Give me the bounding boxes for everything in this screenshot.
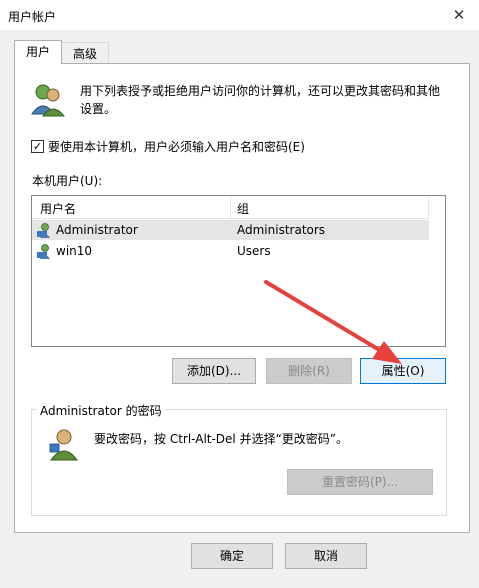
password-group-title: Administrator 的密码 bbox=[37, 402, 165, 419]
tab-users[interactable]: 用户 bbox=[14, 40, 62, 64]
close-icon[interactable]: ✕ bbox=[448, 4, 470, 26]
ok-button[interactable]: 确定 bbox=[191, 543, 273, 569]
column-header-group[interactable]: 组 bbox=[237, 200, 249, 217]
column-divider[interactable] bbox=[230, 196, 231, 218]
title-bar bbox=[0, 0, 479, 30]
require-login-label[interactable]: 要使用本计算机，用户必须输入用户名和密码(E) bbox=[48, 138, 305, 155]
password-instructions: 要改密码，按 Ctrl-Alt-Del 并选择“更改密码”。 bbox=[94, 432, 349, 446]
password-group bbox=[31, 409, 447, 516]
user-group: Users bbox=[237, 244, 271, 258]
tab-advanced[interactable]: 高级 bbox=[61, 42, 109, 64]
reset-password-button[interactable]: 重置密码(P)... bbox=[287, 469, 433, 495]
cancel-button[interactable]: 取消 bbox=[285, 543, 367, 569]
window-title: 用户帐户 bbox=[8, 10, 57, 24]
user-group: Administrators bbox=[237, 223, 326, 237]
remove-user-button[interactable]: 删除(R) bbox=[266, 358, 352, 384]
intro-text: 用下列表授予或拒绝用户访问你的计算机，还可以更改其密码和其他设置。 bbox=[80, 84, 441, 116]
column-divider[interactable] bbox=[428, 196, 429, 218]
users-icon bbox=[31, 84, 66, 117]
user-icon bbox=[37, 244, 50, 259]
properties-button[interactable]: 属性(O) bbox=[360, 358, 446, 384]
user-icon bbox=[37, 223, 50, 238]
user-name: win10 bbox=[56, 244, 93, 258]
require-login-checkbox[interactable]: ✓ bbox=[31, 140, 44, 153]
add-user-button[interactable]: 添加(D)... bbox=[172, 358, 256, 384]
user-name: Administrator bbox=[56, 223, 138, 237]
users-list-label: 本机用户(U): bbox=[32, 174, 103, 188]
column-header-username[interactable]: 用户名 bbox=[40, 200, 76, 217]
user-password-icon bbox=[49, 429, 78, 461]
